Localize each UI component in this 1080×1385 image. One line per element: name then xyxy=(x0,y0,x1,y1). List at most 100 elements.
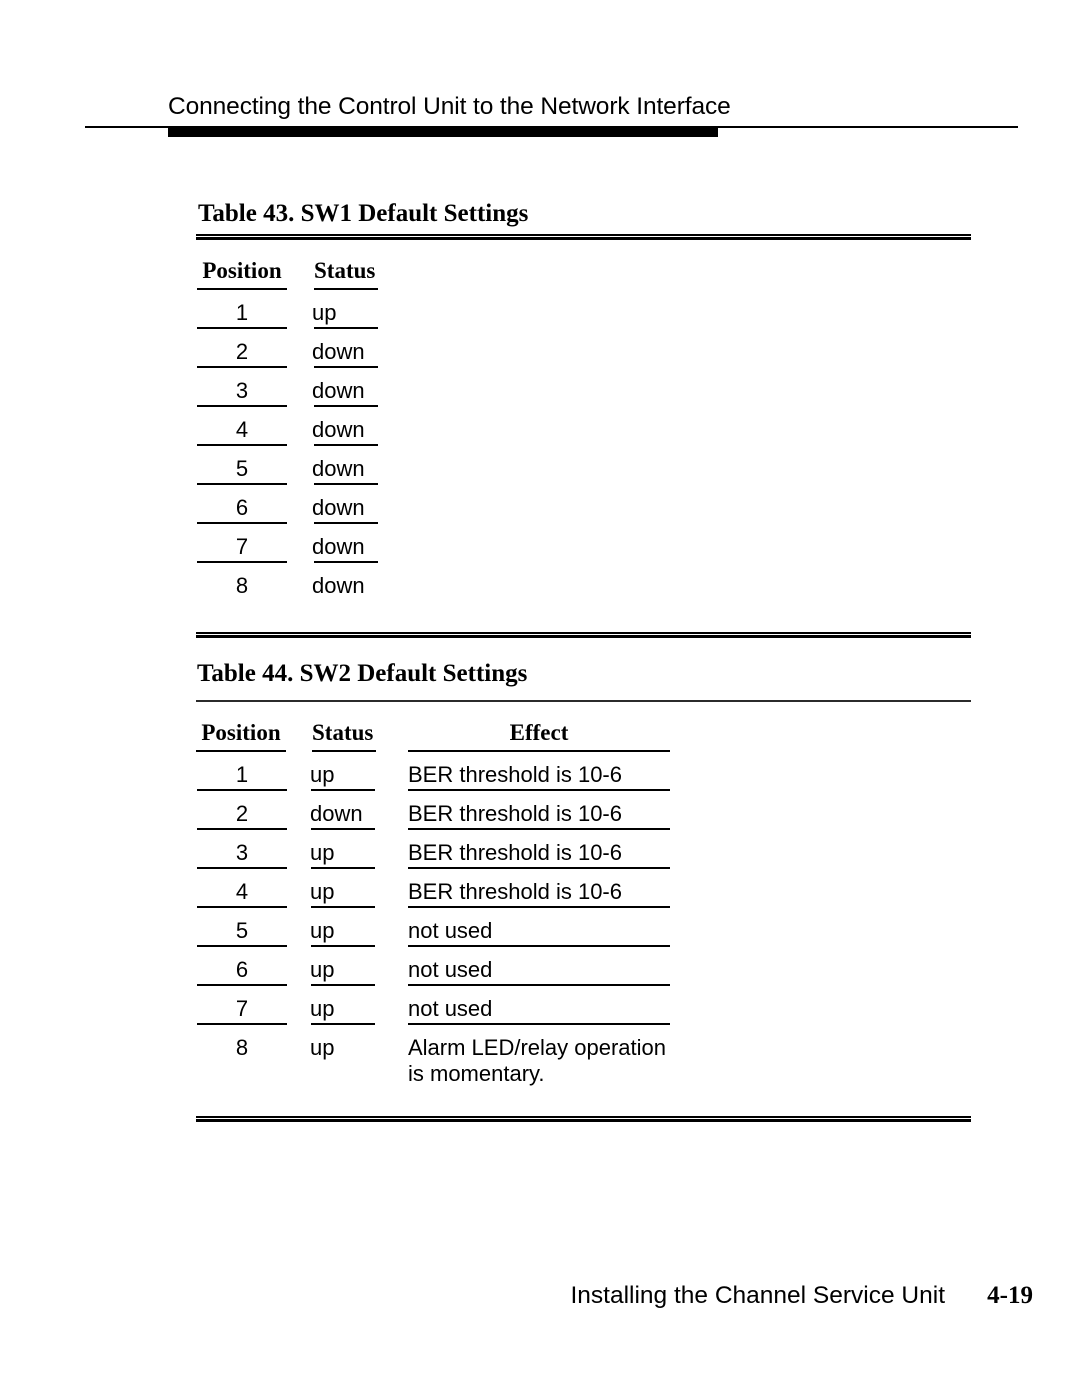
table-44-row-7-status: up xyxy=(310,996,335,1021)
table-43-row-4-status: down xyxy=(312,417,365,442)
table-44-row-6-position: 6 xyxy=(235,957,249,982)
table-44-row-3-effect: BER threshold is 10-6 xyxy=(408,840,622,866)
footer-section-title: Installing the Channel Service Unit xyxy=(570,1282,945,1309)
table-43-column-header-status: Status xyxy=(314,258,376,283)
table-43-row-8-position: 8 xyxy=(235,573,249,598)
table-43-row-7-status: down xyxy=(312,534,365,559)
table-43-row-2-position: 2 xyxy=(235,339,249,364)
table-43-row-5-position: 5 xyxy=(235,456,249,481)
table-44-column-header-status-rule xyxy=(312,750,376,752)
row-rule-status xyxy=(311,789,375,791)
table-44-row-7-effect: not used xyxy=(408,996,492,1022)
row-rule-status xyxy=(311,984,375,986)
row-rule-effect xyxy=(408,984,670,986)
table-44-column-header-effect: Effect xyxy=(509,720,569,745)
table-44-caption: Table 44. SW2 Default Settings xyxy=(197,660,528,687)
row-rule-position xyxy=(197,366,287,368)
table-44-column-header-effect-rule xyxy=(408,750,670,752)
table-43-row-3-status: down xyxy=(312,378,365,403)
table-43-row-8-status: down xyxy=(312,573,365,598)
running-header: Connecting the Control Unit to the Netwo… xyxy=(0,0,1080,150)
effect-line-1: BER threshold is 10-6 xyxy=(408,879,622,904)
row-rule-status xyxy=(311,906,375,908)
table-44-row-1-effect: BER threshold is 10-6 xyxy=(408,762,622,788)
effect-line-1: Alarm LED/relay operation xyxy=(408,1035,667,1060)
table-44-row-4-effect: BER threshold is 10-6 xyxy=(408,879,622,905)
row-rule-status xyxy=(314,405,378,407)
row-rule-position xyxy=(197,444,287,446)
row-rule-position xyxy=(197,522,287,524)
table-44-row-5-status: up xyxy=(310,918,335,943)
table-44-row-8-status: up xyxy=(310,1035,335,1060)
row-rule-effect xyxy=(408,1023,670,1025)
row-rule-position xyxy=(197,405,287,407)
table-43-row-1-status: up xyxy=(312,300,337,325)
table-44-caption-rule xyxy=(196,700,971,702)
row-rule-position xyxy=(197,984,287,986)
table-43-row-5-status: down xyxy=(312,456,365,481)
effect-line-2: is momentary. xyxy=(408,1061,545,1086)
effect-line-1: BER threshold is 10-6 xyxy=(408,840,622,865)
row-rule-position xyxy=(197,906,287,908)
row-rule-status xyxy=(314,366,378,368)
row-rule-status xyxy=(314,561,378,563)
row-rule-status xyxy=(311,828,375,830)
table-43-row-4-position: 4 xyxy=(235,417,249,442)
row-rule-status xyxy=(311,1023,375,1025)
row-rule-position xyxy=(197,561,287,563)
table-43-row-2-status: down xyxy=(312,339,365,364)
table-43-row-1-position: 1 xyxy=(235,300,249,325)
table-44-row-3-status: up xyxy=(310,840,335,865)
row-rule-effect xyxy=(408,906,670,908)
table-44-row-6-effect: not used xyxy=(408,957,492,983)
table-43-column-header-status-rule xyxy=(314,288,378,290)
table-44-row-4-position: 4 xyxy=(235,879,249,904)
table-43-caption: Table 43. SW1 Default Settings xyxy=(198,200,529,227)
table-44-column-header-status: Status xyxy=(312,720,374,745)
header-thick-bar xyxy=(168,126,718,137)
row-rule-position xyxy=(197,945,287,947)
running-header-title: Connecting the Control Unit to the Netwo… xyxy=(168,93,731,120)
row-rule-effect xyxy=(408,945,670,947)
table-44-row-2-position: 2 xyxy=(235,801,249,826)
table-44-row-4-status: up xyxy=(310,879,335,904)
effect-line-1: BER threshold is 10-6 xyxy=(408,801,622,826)
row-rule-status xyxy=(314,522,378,524)
footer-page-number: 4-19 xyxy=(987,1282,1033,1309)
row-rule-position xyxy=(197,789,287,791)
table-44-row-6-status: up xyxy=(310,957,335,982)
table-44-row-5-position: 5 xyxy=(235,918,249,943)
row-rule-position xyxy=(197,867,287,869)
effect-line-1: not used xyxy=(408,996,493,1021)
effect-line-1: not used xyxy=(408,918,493,943)
row-rule-status xyxy=(311,867,375,869)
table-43-column-header-position-rule xyxy=(197,288,287,290)
row-rule-status xyxy=(314,444,378,446)
table-44-row-7-position: 7 xyxy=(235,996,249,1021)
row-rule-position xyxy=(197,828,287,830)
row-rule-status xyxy=(314,327,378,329)
table-43-row-6-status: down xyxy=(312,495,365,520)
row-rule-effect xyxy=(408,828,670,830)
table-44-column-header-position-rule xyxy=(196,750,286,752)
effect-line-1: BER threshold is 10-6 xyxy=(408,762,622,787)
page-footer: Installing the Channel Service Unit 4-19 xyxy=(0,1282,1080,1332)
table-43-row-6-position: 6 xyxy=(235,495,249,520)
row-rule-status xyxy=(314,483,378,485)
row-rule-effect xyxy=(408,789,670,791)
table-44-column-header-position: Position xyxy=(201,720,281,745)
table-44-row-8-effect: Alarm LED/relay operation is momentary. xyxy=(408,1035,666,1087)
row-rule-position xyxy=(197,483,287,485)
table-44-bottom-rule xyxy=(196,1116,971,1122)
table-43-caption-rule xyxy=(196,234,971,240)
table-43-row-3-position: 3 xyxy=(235,378,249,403)
effect-line-1: not used xyxy=(408,957,493,982)
table-44-row-3-position: 3 xyxy=(235,840,249,865)
table-44-row-5-effect: not used xyxy=(408,918,492,944)
row-rule-position xyxy=(197,1023,287,1025)
table-43-row-7-position: 7 xyxy=(235,534,249,559)
table-44-row-2-status: down xyxy=(310,801,363,826)
row-rule-position xyxy=(197,327,287,329)
table-44-row-1-status: up xyxy=(310,762,335,787)
table-44-row-8-position: 8 xyxy=(235,1035,249,1060)
